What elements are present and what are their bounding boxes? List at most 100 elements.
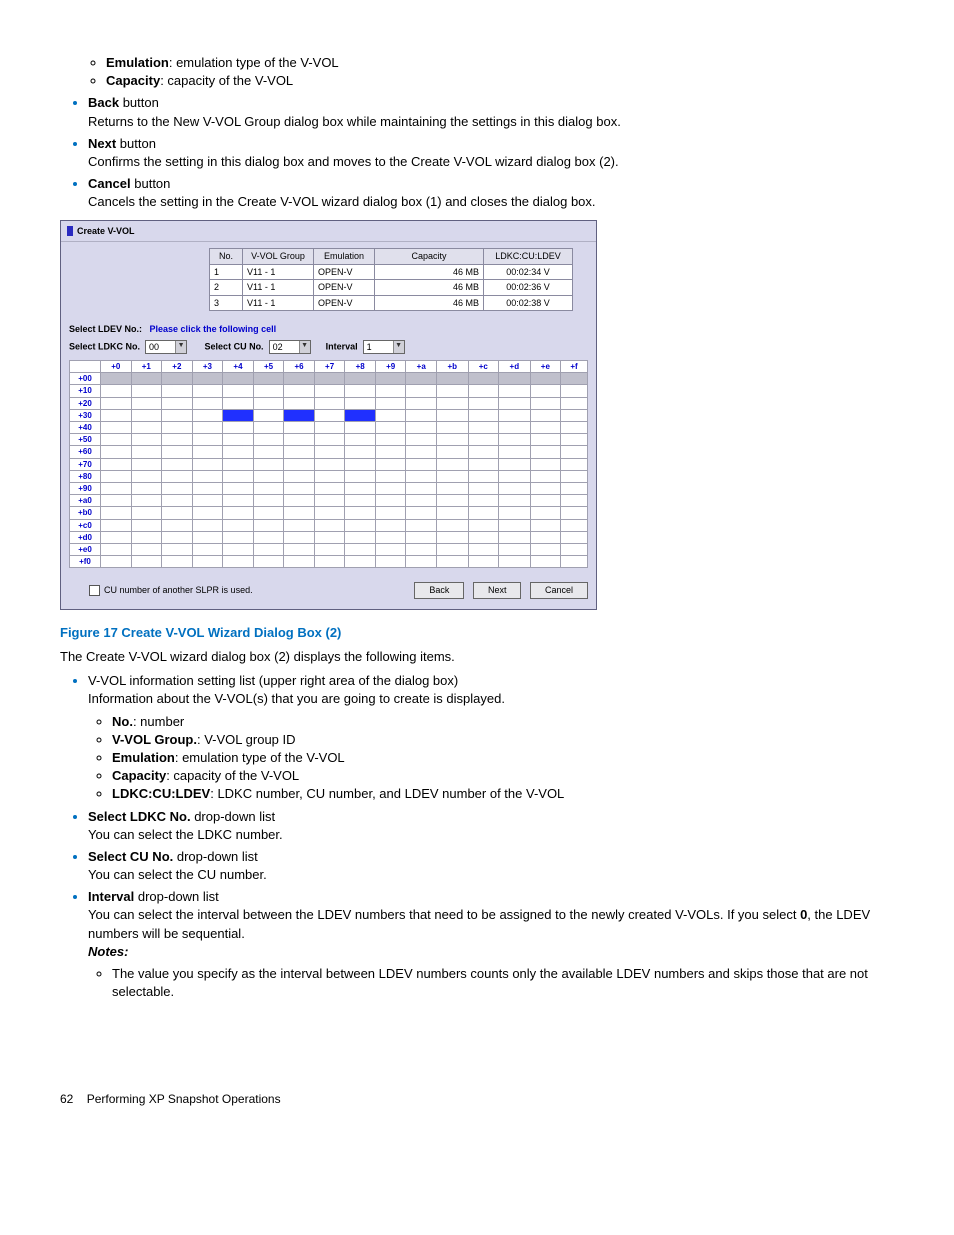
ldev-cell[interactable]	[101, 556, 132, 568]
ldev-cell[interactable]	[192, 507, 223, 519]
ldev-cell[interactable]	[561, 507, 588, 519]
ldev-cell[interactable]	[223, 519, 254, 531]
ldev-cell[interactable]	[468, 397, 499, 409]
ldev-cell[interactable]	[284, 422, 315, 434]
ldev-cell[interactable]	[131, 531, 162, 543]
ldev-cell[interactable]	[345, 556, 376, 568]
ldev-cell[interactable]	[437, 556, 469, 568]
ldev-cell[interactable]	[192, 495, 223, 507]
ldev-cell[interactable]	[561, 397, 588, 409]
ldev-cell[interactable]	[561, 458, 588, 470]
ldev-cell[interactable]	[468, 458, 499, 470]
ldev-cell[interactable]	[375, 543, 406, 555]
ldev-cell[interactable]	[468, 470, 499, 482]
ldev-cell[interactable]	[253, 531, 284, 543]
ldev-cell[interactable]	[375, 422, 406, 434]
ldev-cell[interactable]	[406, 422, 437, 434]
ldev-cell[interactable]	[192, 385, 223, 397]
ldev-cell[interactable]	[437, 373, 469, 385]
ldev-cell[interactable]	[253, 556, 284, 568]
ldev-cell[interactable]	[406, 482, 437, 494]
ldev-cell[interactable]	[499, 434, 531, 446]
ldev-cell[interactable]	[499, 482, 531, 494]
ldev-cell[interactable]	[561, 422, 588, 434]
ldev-cell[interactable]	[530, 446, 561, 458]
ldev-cell[interactable]	[284, 458, 315, 470]
ldev-cell[interactable]	[345, 446, 376, 458]
ldev-cell[interactable]	[437, 507, 469, 519]
ldev-cell[interactable]	[101, 397, 132, 409]
ldev-cell[interactable]	[406, 507, 437, 519]
ldev-cell[interactable]	[345, 385, 376, 397]
ldev-cell[interactable]	[499, 373, 531, 385]
ldev-cell[interactable]	[530, 531, 561, 543]
ldev-cell[interactable]	[314, 470, 345, 482]
ldev-cell[interactable]	[101, 470, 132, 482]
ldev-grid[interactable]: +0+1+2+3+4+5+6+7+8+9+a+b+c+d+e+f+00+10+2…	[69, 360, 588, 568]
ldev-cell[interactable]	[253, 458, 284, 470]
ldev-cell[interactable]	[314, 373, 345, 385]
ldev-cell[interactable]	[375, 434, 406, 446]
ldev-cell[interactable]	[253, 470, 284, 482]
ldev-cell[interactable]	[345, 543, 376, 555]
ldev-cell[interactable]	[561, 409, 588, 421]
ldev-cell[interactable]	[406, 531, 437, 543]
ldev-cell[interactable]	[375, 507, 406, 519]
select-cu-dropdown[interactable]: 02▼	[269, 340, 311, 354]
ldev-cell[interactable]	[499, 519, 531, 531]
ldev-cell[interactable]	[101, 482, 132, 494]
ldev-cell[interactable]	[253, 482, 284, 494]
ldev-cell[interactable]	[437, 422, 469, 434]
ldev-cell[interactable]	[223, 422, 254, 434]
ldev-cell[interactable]	[101, 373, 132, 385]
ldev-cell[interactable]	[192, 482, 223, 494]
ldev-cell[interactable]	[468, 495, 499, 507]
ldev-cell[interactable]	[406, 543, 437, 555]
ldev-cell[interactable]	[375, 373, 406, 385]
ldev-cell[interactable]	[561, 470, 588, 482]
ldev-cell[interactable]	[499, 385, 531, 397]
ldev-cell[interactable]	[561, 543, 588, 555]
ldev-cell[interactable]	[561, 495, 588, 507]
ldev-cell[interactable]	[101, 458, 132, 470]
select-ldkc-dropdown[interactable]: 00▼	[145, 340, 187, 354]
ldev-cell[interactable]	[437, 543, 469, 555]
ldev-cell[interactable]	[162, 507, 193, 519]
ldev-cell[interactable]	[561, 446, 588, 458]
ldev-cell[interactable]	[499, 507, 531, 519]
ldev-cell[interactable]	[284, 531, 315, 543]
ldev-cell[interactable]	[437, 495, 469, 507]
ldev-cell[interactable]	[162, 519, 193, 531]
ldev-cell[interactable]	[499, 531, 531, 543]
ldev-cell[interactable]	[437, 458, 469, 470]
ldev-cell[interactable]	[314, 385, 345, 397]
ldev-cell[interactable]	[192, 531, 223, 543]
ldev-cell[interactable]	[192, 434, 223, 446]
ldev-cell[interactable]	[192, 397, 223, 409]
ldev-cell[interactable]	[284, 373, 315, 385]
ldev-cell[interactable]	[314, 519, 345, 531]
ldev-cell[interactable]	[101, 434, 132, 446]
ldev-cell[interactable]	[406, 409, 437, 421]
ldev-cell[interactable]	[284, 507, 315, 519]
ldev-cell[interactable]	[192, 556, 223, 568]
ldev-cell[interactable]	[162, 397, 193, 409]
ldev-cell[interactable]	[162, 385, 193, 397]
ldev-cell[interactable]	[499, 409, 531, 421]
ldev-cell[interactable]	[530, 397, 561, 409]
ldev-cell[interactable]	[314, 422, 345, 434]
slpr-checkbox[interactable]	[89, 585, 100, 596]
ldev-cell[interactable]	[314, 556, 345, 568]
ldev-cell[interactable]	[345, 507, 376, 519]
ldev-cell[interactable]	[101, 409, 132, 421]
ldev-cell[interactable]	[345, 434, 376, 446]
ldev-cell[interactable]	[345, 458, 376, 470]
ldev-cell[interactable]	[192, 422, 223, 434]
ldev-cell[interactable]	[131, 397, 162, 409]
ldev-cell[interactable]	[131, 409, 162, 421]
ldev-cell[interactable]	[375, 409, 406, 421]
ldev-cell[interactable]	[314, 446, 345, 458]
ldev-cell[interactable]	[284, 409, 315, 421]
cancel-button[interactable]: Cancel	[530, 582, 588, 599]
ldev-cell[interactable]	[223, 543, 254, 555]
